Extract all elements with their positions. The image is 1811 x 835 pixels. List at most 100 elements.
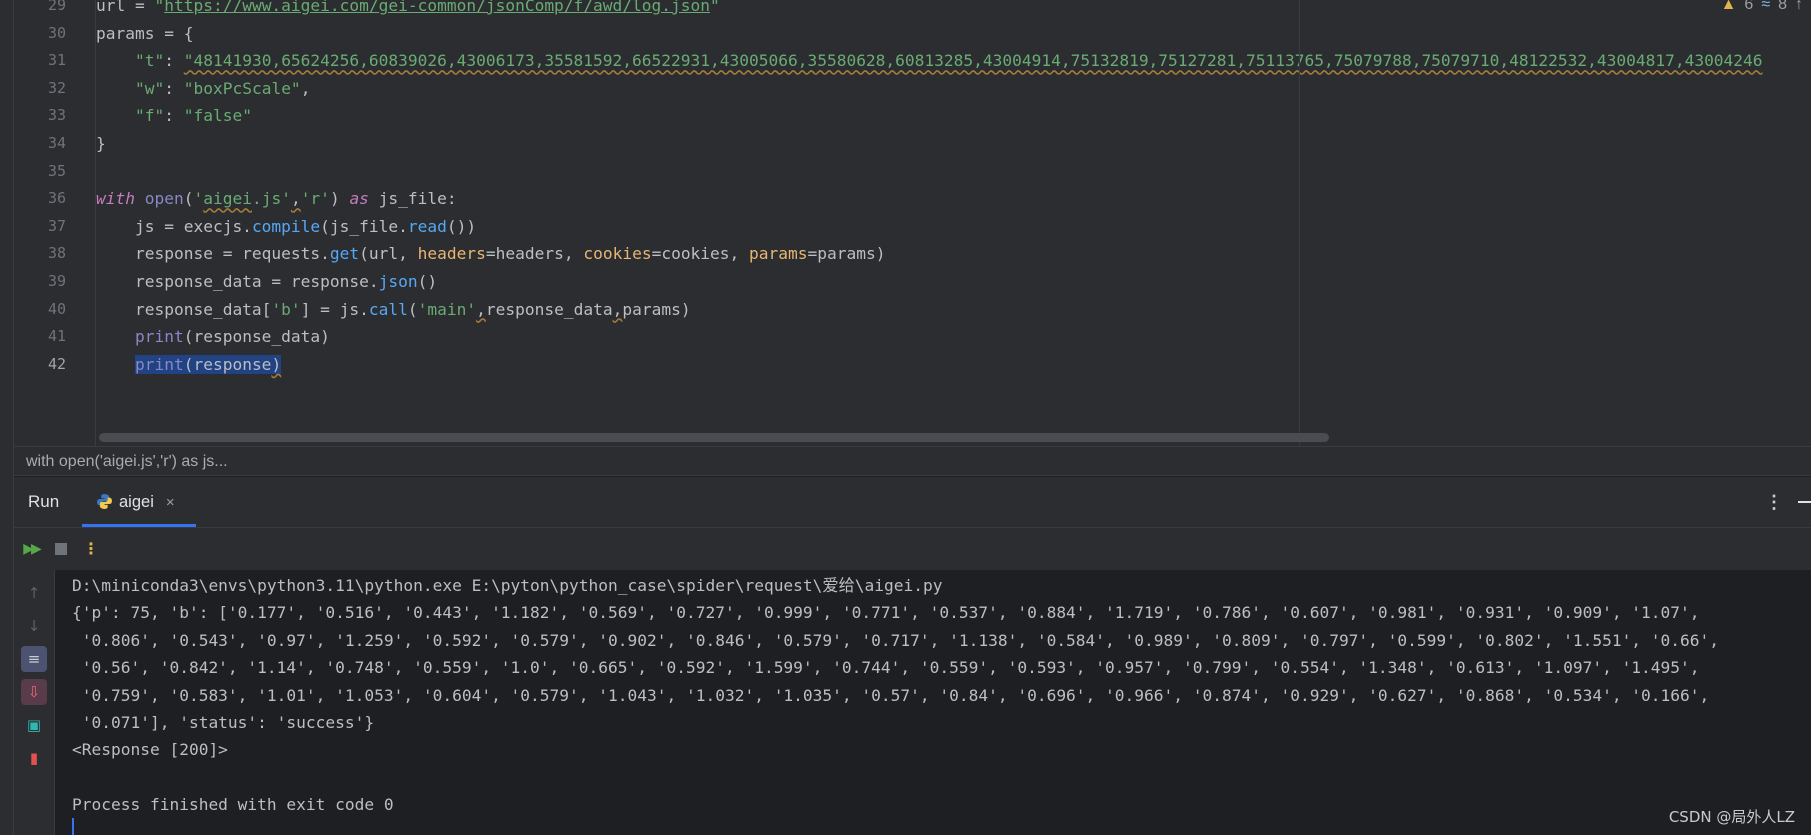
minimize-icon[interactable] xyxy=(1798,501,1811,503)
tab-aigei[interactable]: aigei × xyxy=(82,477,196,527)
console-line: {'p': 75, 'b': ['0.177', '0.516', '0.443… xyxy=(72,603,1700,623)
console-line: <Response [200]> xyxy=(72,740,228,760)
line-number: 33 xyxy=(47,106,66,125)
code-token: " xyxy=(710,0,720,15)
console-line: '0.071'], 'status': 'success'} xyxy=(72,713,375,732)
code-token: js = execjs. xyxy=(96,216,252,236)
code-token: , xyxy=(476,299,486,319)
code-editor[interactable]: 29 30 31 32 33 34 35 36 37 38 39 40 41 42 url = "http… xyxy=(0,0,1811,446)
code-token: print xyxy=(134,354,184,374)
code-token: response = requests. xyxy=(96,244,330,264)
code-token: ) xyxy=(329,189,350,209)
rerun-icon[interactable]: ▶▶ xyxy=(18,536,44,562)
tab-label: aigei xyxy=(119,493,154,511)
code-token: params) xyxy=(622,299,691,319)
code-token: ()) xyxy=(446,216,477,236)
code-token: .js' xyxy=(251,189,291,209)
code-token: response_data[ xyxy=(96,299,272,319)
code-area[interactable]: url = "https://www.aigei.com/gei-common/… xyxy=(96,0,1811,446)
close-icon[interactable]: × xyxy=(166,494,175,511)
more-actions-icon[interactable]: ⋮ xyxy=(78,536,104,562)
code-token: response_data xyxy=(485,299,613,319)
code-token: 'r' xyxy=(300,189,330,209)
code-token: aigei xyxy=(203,189,252,209)
console-line: D:\miniconda3\envs\python3.11\python.exe… xyxy=(72,576,943,595)
line-number: 34 xyxy=(47,134,66,152)
code-line[interactable]: print(response_data) xyxy=(96,323,330,350)
code-token: ] = js. xyxy=(300,299,369,319)
code-token: get xyxy=(329,244,360,264)
line-number: 31 xyxy=(47,51,66,70)
run-panel-header: Run aigei × ⋮ xyxy=(14,477,1811,528)
code-token: =headers, xyxy=(485,244,584,264)
breadcrumb[interactable]: with open('aigei.js','r') as js... xyxy=(14,446,1811,476)
soft-wrap-icon[interactable]: ≡ xyxy=(21,646,47,672)
code-token: (response_data) xyxy=(183,327,330,347)
code-token: https://www.aigei.com/gei-common/jsonCom… xyxy=(164,0,710,15)
more-options-icon[interactable]: ⋮ xyxy=(1765,477,1783,527)
code-token: 'b' xyxy=(271,299,301,319)
code-line[interactable]: "w": "boxPcScale", xyxy=(96,75,310,102)
line-number: 35 xyxy=(47,161,66,180)
console-output[interactable]: D:\miniconda3\envs\python3.11\python.exe… xyxy=(55,570,1811,835)
code-line[interactable]: params = { xyxy=(96,20,193,47)
python-icon xyxy=(97,494,112,509)
watermark: CSDN @局外人LZ xyxy=(1668,808,1795,826)
code-token: 'main' xyxy=(417,299,477,319)
code-token: "boxPcScale" xyxy=(183,78,301,98)
code-token: compile xyxy=(251,216,321,236)
code-line[interactable]: url = "https://www.aigei.com/gei-common/… xyxy=(96,0,720,19)
arrow-up-icon[interactable]: ↑ xyxy=(21,580,47,606)
line-number-gutter: 29 30 31 32 33 34 35 36 37 38 39 40 41 42 xyxy=(13,0,96,446)
code-token: cookies xyxy=(583,244,652,264)
code-token: json xyxy=(378,272,418,291)
warning-count: 6 xyxy=(1744,0,1754,13)
code-line[interactable]: response_data['b'] = js.call('main',resp… xyxy=(96,296,691,323)
line-number: 40 xyxy=(47,299,66,318)
code-line[interactable]: print(response) xyxy=(96,351,282,378)
line-number: 32 xyxy=(47,78,66,97)
code-line[interactable]: response_data = response.json() xyxy=(96,268,437,295)
code-token: , xyxy=(300,78,311,98)
arrow-up-icon[interactable]: ↑ xyxy=(1795,0,1803,14)
run-toolbar: ▶▶ ⋮ xyxy=(14,528,1811,570)
code-line[interactable]: "t": "48141930,65624256,60839026,4300617… xyxy=(96,47,1763,74)
horizontal-scrollbar[interactable] xyxy=(99,433,1329,442)
code-line[interactable]: "f": "false" xyxy=(96,102,252,129)
inspection-indicators[interactable]: ▲ 6 ≈ 8 ↑ xyxy=(1721,0,1803,14)
code-token: with xyxy=(96,189,135,209)
right-margin-guide xyxy=(1299,0,1300,446)
code-token: "w" xyxy=(134,78,165,98)
code-token: =params) xyxy=(807,244,886,264)
code-line[interactable]: js = execjs.compile(js_file.read()) xyxy=(96,213,476,240)
console-line: '0.759', '0.583', '1.01', '1.053', '0.60… xyxy=(72,685,1710,705)
console-side-toolbar: ↑ ↓ ≡ ⇩ ▣ ▮ xyxy=(14,570,55,835)
code-token: ' xyxy=(193,189,204,209)
arrow-down-icon[interactable]: ↓ xyxy=(21,613,47,639)
code-token: headers xyxy=(417,244,486,264)
line-number: 30 xyxy=(47,23,66,42)
code-token: "48141930,65624256,60839026,43006173,355… xyxy=(183,51,1763,71)
code-line[interactable]: with open('aigei.js','r') as js_file: xyxy=(96,185,457,212)
trash-icon[interactable]: ▮ xyxy=(21,745,47,771)
console-line: '0.56', '0.842', '1.14', '0.748', '0.559… xyxy=(72,658,1700,678)
line-number: 42 xyxy=(47,354,66,373)
code-token: : xyxy=(164,51,184,71)
run-panel-title: Run xyxy=(28,492,60,511)
code-token: ) xyxy=(271,354,282,374)
code-line[interactable]: response = requests.get(url, headers=hea… xyxy=(96,240,886,267)
code-token: url = xyxy=(96,0,155,15)
print-icon[interactable]: ▣ xyxy=(21,712,47,738)
scroll-to-end-icon[interactable]: ⇩ xyxy=(21,679,47,705)
code-token: =cookies, xyxy=(651,244,750,264)
code-line[interactable]: } xyxy=(96,130,106,157)
code-token: read xyxy=(407,216,447,236)
console-line: '0.806', '0.543', '0.97', '1.259', '0.59… xyxy=(72,630,1720,650)
stop-icon[interactable] xyxy=(48,536,74,562)
code-token: "t" xyxy=(134,51,165,71)
code-token: open xyxy=(144,189,184,209)
